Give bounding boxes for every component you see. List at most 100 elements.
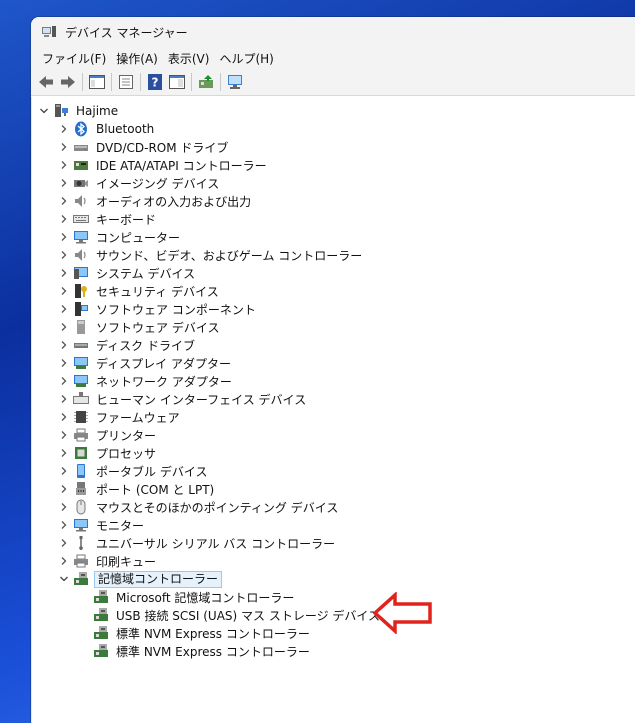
tree-category-item[interactable]: 記憶域コントローラー	[58, 570, 223, 588]
menu-file[interactable]: ファイル(F)	[37, 50, 111, 67]
chevron-down-icon[interactable]	[38, 105, 50, 117]
action-pane-icon[interactable]	[166, 71, 188, 93]
tree-device-item[interactable]: 標準 NVM Express コントローラー	[90, 642, 312, 660]
tree-category-item[interactable]: セキュリティ デバイス	[58, 282, 221, 300]
menu-action[interactable]: 操作(A)	[111, 50, 163, 67]
chevron-right-icon[interactable]	[58, 159, 70, 171]
tree-category-item[interactable]: ソフトウェア コンポーネント	[58, 300, 258, 318]
tree-category-item[interactable]: プリンター	[58, 426, 158, 444]
chevron-right-icon[interactable]	[58, 429, 70, 441]
tree-category-item[interactable]: ソフトウェア デバイス	[58, 318, 221, 336]
tree-category-item[interactable]: ファームウェア	[58, 408, 182, 426]
tree-item-label: モニター	[96, 518, 145, 533]
tree-category-item[interactable]: マウスとそのほかのポインティング デバイス	[58, 498, 340, 516]
chevron-right-icon[interactable]	[58, 231, 70, 243]
tree-category-item[interactable]: プロセッサ	[58, 444, 158, 462]
disk-drive-icon	[73, 337, 89, 353]
chevron-right-icon[interactable]	[58, 393, 70, 405]
chevron-right-icon[interactable]	[58, 285, 70, 297]
network-adapter-icon	[73, 373, 89, 389]
update-driver-icon[interactable]	[195, 71, 217, 93]
tree-category-item[interactable]: DVD/CD-ROM ドライブ	[58, 138, 230, 156]
scan-hardware-icon[interactable]	[224, 71, 246, 93]
tree-category-item[interactable]: キーボード	[58, 210, 158, 228]
chevron-right-icon[interactable]	[58, 321, 70, 333]
mouse-icon	[73, 499, 89, 515]
show-hide-console-tree-icon[interactable]	[86, 71, 108, 93]
port-icon	[73, 481, 89, 497]
processor-icon	[73, 445, 89, 461]
tree-category-item[interactable]: Bluetooth	[58, 120, 156, 138]
tree-category-item[interactable]: ディスク ドライブ	[58, 336, 197, 354]
ide-controller-icon	[73, 157, 89, 173]
chevron-right-icon[interactable]	[58, 375, 70, 387]
help-icon[interactable]: ?	[144, 71, 166, 93]
arrow-shape	[373, 592, 432, 634]
chevron-right-icon[interactable]	[58, 339, 70, 351]
chevron-right-icon[interactable]	[58, 537, 70, 549]
chevron-right-icon[interactable]	[58, 411, 70, 423]
tree-category-item[interactable]: イメージング デバイス	[58, 174, 221, 192]
firmware-icon	[73, 409, 89, 425]
chevron-right-icon[interactable]	[58, 465, 70, 477]
toolbar-separator	[140, 73, 141, 91]
chevron-right-icon[interactable]	[58, 123, 70, 135]
chevron-right-icon[interactable]	[58, 519, 70, 531]
tree-category-item[interactable]: 印刷キュー	[58, 552, 158, 570]
chevron-right-icon[interactable]	[58, 555, 70, 567]
sound-icon	[73, 247, 89, 263]
window-title: デバイス マネージャー	[65, 25, 188, 40]
tree-category-item[interactable]: IDE ATA/ATAPI コントローラー	[58, 156, 269, 174]
toolbar-separator	[191, 73, 192, 91]
tree-item-label: Hajime	[76, 104, 119, 118]
chevron-right-icon[interactable]	[58, 501, 70, 513]
tree-device-item[interactable]: Microsoft 記憶域コントローラー	[90, 588, 296, 606]
tree-item-label: ソフトウェア デバイス	[96, 320, 220, 335]
tree-category-item[interactable]: コンピューター	[58, 228, 182, 246]
tree-item-label: コンピューター	[96, 230, 181, 245]
tree-item-label: IDE ATA/ATAPI コントローラー	[96, 158, 267, 173]
tree-category-item[interactable]: ユニバーサル シリアル バス コントローラー	[58, 534, 337, 552]
tree-item-label: ディスプレイ アダプター	[96, 356, 231, 371]
chevron-right-icon[interactable]	[58, 213, 70, 225]
chevron-right-icon[interactable]	[58, 249, 70, 261]
chevron-right-icon[interactable]	[58, 141, 70, 153]
chevron-right-icon[interactable]	[58, 483, 70, 495]
tree-category-item[interactable]: サウンド、ビデオ、およびゲーム コントローラー	[58, 246, 364, 264]
tree-item-label: サウンド、ビデオ、およびゲーム コントローラー	[96, 248, 363, 263]
tree-root-hajime[interactable]: Hajime	[38, 102, 120, 120]
tree-category-item[interactable]: ヒューマン インターフェイス デバイス	[58, 390, 308, 408]
tree-item-label: ディスク ドライブ	[96, 338, 195, 353]
chevron-right-icon[interactable]	[58, 303, 70, 315]
menu-view[interactable]: 表示(V)	[163, 50, 215, 67]
tree-category-item[interactable]: ポータブル デバイス	[58, 462, 209, 480]
tree-category-item[interactable]: システム デバイス	[58, 264, 197, 282]
tree-device-item[interactable]: 標準 NVM Express コントローラー	[90, 624, 312, 642]
properties-icon[interactable]	[115, 71, 137, 93]
toolbar-separator	[82, 73, 83, 91]
tree-category-item[interactable]: オーディオの入力および出力	[58, 192, 253, 210]
system-device-icon	[73, 265, 89, 281]
chevron-right-icon[interactable]	[58, 195, 70, 207]
security-key-icon	[73, 283, 89, 299]
chevron-right-icon[interactable]	[58, 267, 70, 279]
computer-icon	[73, 229, 89, 245]
chevron-right-icon[interactable]	[58, 357, 70, 369]
tree-category-item[interactable]: ネットワーク アダプター	[58, 372, 234, 390]
tree-item-label: ポータブル デバイス	[96, 464, 208, 479]
toolbar: ?	[31, 69, 635, 96]
chevron-down-icon[interactable]	[58, 573, 70, 585]
tree-item-label: Microsoft 記憶域コントローラー	[116, 590, 295, 605]
tree-category-item[interactable]: ディスプレイ アダプター	[58, 354, 233, 372]
menu-help[interactable]: ヘルプ(H)	[214, 50, 278, 67]
chevron-right-icon[interactable]	[58, 447, 70, 459]
software-device-icon	[73, 319, 89, 335]
tree-category-item[interactable]: モニター	[58, 516, 146, 534]
usb-icon	[73, 535, 89, 551]
tree-category-item[interactable]: ポート (COM と LPT)	[58, 480, 216, 498]
chevron-right-icon[interactable]	[58, 177, 70, 189]
tree-device-item[interactable]: USB 接続 SCSI (UAS) マス ストレージ デバイス	[90, 606, 382, 624]
back-arrow-icon[interactable]	[35, 71, 57, 93]
forward-arrow-icon[interactable]	[57, 71, 79, 93]
device-manager-icon	[41, 24, 57, 40]
